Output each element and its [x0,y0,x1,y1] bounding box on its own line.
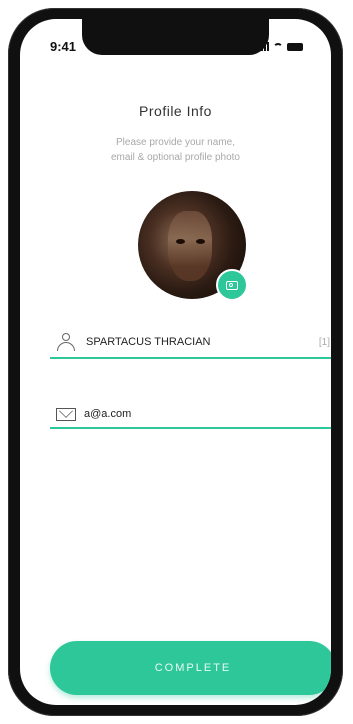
screen: 9:41 Profile Info Please provide your na… [20,19,331,705]
name-counter: [1] [318,336,330,348]
notch [82,19,269,55]
avatar-eye-left [176,239,185,244]
subtitle-line-2: email & optional profile photo [111,152,240,163]
status-icons [258,39,303,51]
complete-button[interactable]: COMPLETE [50,641,331,695]
name-field[interactable]: SPARTACUS THRACIAN [1] [50,327,331,359]
signal-icon [258,41,269,51]
camera-icon [226,280,238,290]
avatar-eye-right [196,239,205,244]
name-input[interactable]: SPARTACUS THRACIAN [86,336,319,348]
status-time: 9:41 [50,39,77,54]
mail-icon [56,407,76,421]
avatar-container [138,191,248,301]
page-title: Profile Info [139,103,212,119]
email-input[interactable]: a@a.com [84,408,331,420]
phone-frame: 9:41 Profile Info Please provide your na… [8,8,343,716]
change-photo-button[interactable] [216,269,248,301]
subtitle-line-1: Please provide your name, [116,137,235,148]
battery-icon [287,43,303,51]
avatar-face [168,211,212,281]
wifi-icon [273,43,283,51]
page-subtitle: Please provide your name, email & option… [60,135,291,165]
user-icon [56,333,78,351]
email-field[interactable]: a@a.com [50,401,331,429]
